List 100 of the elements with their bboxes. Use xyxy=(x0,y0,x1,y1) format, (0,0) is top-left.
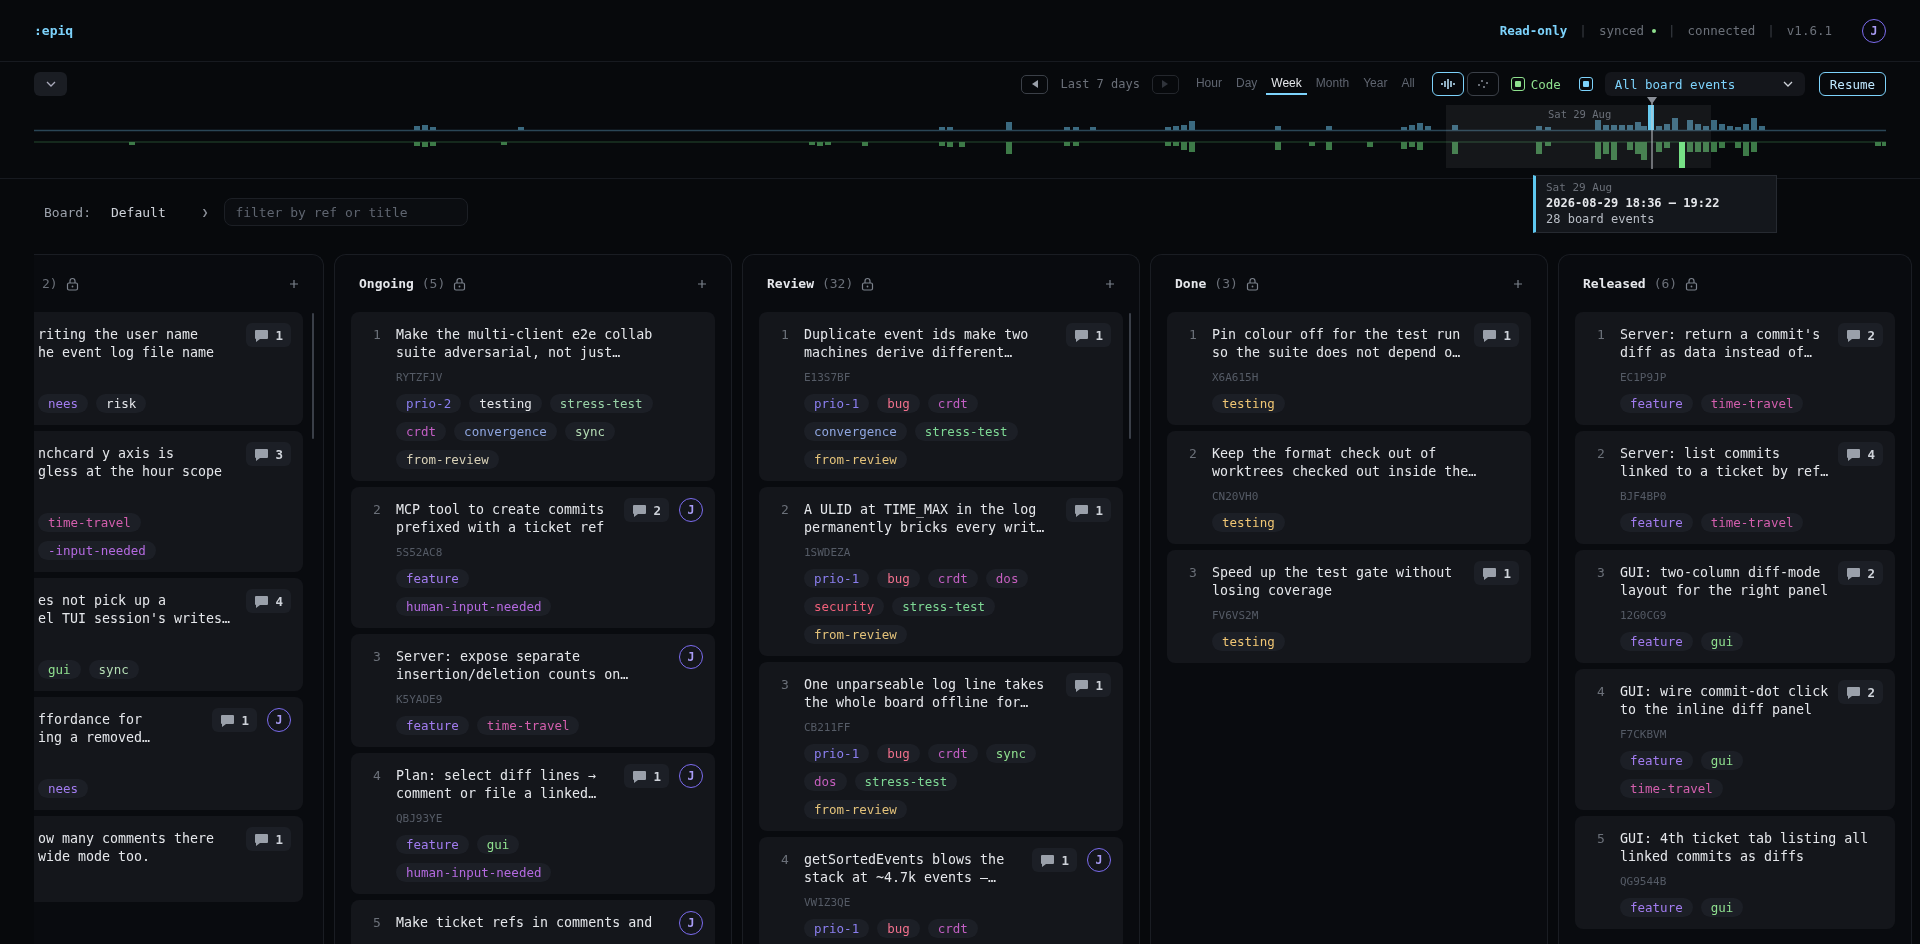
scale-tab[interactable]: Week xyxy=(1266,73,1307,95)
ticket-title: Make ticket refs in comments and xyxy=(396,914,653,932)
waveform-view-button[interactable] xyxy=(1431,72,1464,96)
ticket-number: 1 xyxy=(1189,326,1198,344)
tag: feature xyxy=(1620,632,1693,651)
scale-tab[interactable]: All xyxy=(1396,73,1420,95)
tag: prio-1 xyxy=(804,569,870,588)
histogram-bar xyxy=(1735,142,1741,148)
ticket-card[interactable]: 3 GUI: two-column diff-mode layout for the right panel 12G0CG9 feature gui 2 xyxy=(1575,550,1895,663)
comment-count-badge[interactable]: 1 xyxy=(246,323,291,347)
tag: feature xyxy=(396,716,469,735)
histogram-bar xyxy=(1536,126,1542,130)
ticket-number: 2 xyxy=(1189,445,1198,463)
tag: sync xyxy=(564,422,615,441)
scrollbar[interactable] xyxy=(312,313,314,439)
ticket-card[interactable]: 1 Duplicate event ids make two machines derive different… E13S7BF prio-1 bug crdt convergence stress-test from-review 1 xyxy=(759,312,1123,481)
ticket-card[interactable]: 4 GUI: wire commit-dot click to the inline diff panel F7CKBVM feature gui time-travel 2 xyxy=(1575,669,1895,810)
ticket-card[interactable]: 3 Server: expose separate insertion/deletion counts on… K5YADE9 feature time-travel J xyxy=(351,634,715,747)
ticket-card[interactable]: 2 Keep the format check out of worktrees checked out inside the… CN20VH0 testing xyxy=(1167,431,1531,544)
ticket-card[interactable]: 2 MCP tool to create commits prefixed with a ticket ref 5S52AC8 feature human-input-needed 2 J xyxy=(351,487,715,628)
scrollbar[interactable] xyxy=(1129,313,1131,439)
filter-field[interactable]: filter by ref or title xyxy=(224,198,469,226)
ticket-card[interactable]: 3 One unparseable log line takes the whole board offline for… CB211FF prio-1 bug crdt sync dos stress-test from-review 1 xyxy=(759,662,1123,831)
comment-count-badge[interactable]: 1 xyxy=(1032,848,1077,872)
ticket-card[interactable]: 4 Plan: select diff lines → comment or file a linked… QBJ93YE feature gui human-input-needed 1 J xyxy=(351,753,715,894)
previous-button[interactable] xyxy=(1021,74,1049,94)
ticket-ref: CB211FF xyxy=(804,720,851,736)
events-dropdown[interactable]: All board events xyxy=(1604,72,1805,96)
collapse-button[interactable] xyxy=(34,72,67,96)
chevron-down-icon xyxy=(45,81,56,87)
tag: dos xyxy=(985,569,1029,588)
tooltip-time-range: 2026-08-29 18:36 – 19:22 xyxy=(1546,196,1721,210)
add-card-icon[interactable] xyxy=(697,278,707,289)
histogram-bar xyxy=(1006,122,1012,130)
comment-count-badge[interactable]: 2 xyxy=(1838,561,1883,585)
tag: dos xyxy=(804,772,847,791)
lock-icon[interactable] xyxy=(1685,276,1699,291)
histogram-bar xyxy=(1181,142,1187,150)
lock-icon[interactable] xyxy=(861,276,875,291)
histogram-bar xyxy=(817,142,823,146)
comment-count-badge[interactable]: 1 xyxy=(212,708,257,732)
tag: gui xyxy=(1700,898,1744,917)
comment-count-badge[interactable]: 3 xyxy=(246,442,291,466)
ticket-card[interactable]: es not pick up a el TUI session's writes… gui sync 4 xyxy=(34,578,303,691)
tag: convergence xyxy=(454,422,557,441)
ticket-title: nchcard y axis is gless at the hour scope xyxy=(38,445,223,481)
ticket-card[interactable]: 2 Server: list commits linked to a ticket by ref… BJF4BP0 feature time-travel 4 xyxy=(1575,431,1895,544)
tag: testing xyxy=(1212,632,1285,651)
comment-count-badge[interactable]: 1 xyxy=(1474,561,1519,585)
ticket-card[interactable]: 5 GUI: 4th ticket tab listing all linked commits as diffs QG9544B feature gui xyxy=(1575,816,1895,929)
ticket-card[interactable]: ffordance for ing a removed… nees 1 J xyxy=(34,697,303,810)
app-logo: :epiq xyxy=(34,23,74,38)
ticket-card[interactable]: ow many comments there wide mode too. 1 xyxy=(34,816,303,902)
add-card-icon[interactable] xyxy=(1513,278,1523,289)
ticket-number: 1 xyxy=(1597,326,1606,344)
comment-count-badge[interactable]: 1 xyxy=(1474,323,1519,347)
code-checkbox[interactable] xyxy=(1510,77,1525,91)
histogram-bar xyxy=(939,127,945,130)
scale-tab[interactable]: Month xyxy=(1310,73,1355,95)
lock-icon[interactable] xyxy=(65,276,79,291)
comment-count-badge[interactable]: 2 xyxy=(624,498,669,522)
comment-count-badge[interactable]: 2 xyxy=(1838,323,1883,347)
ticket-title: Plan: select diff lines → comment or file a linked… xyxy=(396,767,597,803)
selection-window[interactable] xyxy=(1446,105,1711,168)
comment-count-badge[interactable]: 1 xyxy=(246,827,291,851)
board-name[interactable]: Default xyxy=(110,204,166,220)
ticket-ref: RYTZFJV xyxy=(396,370,443,386)
tag: risk xyxy=(96,394,147,413)
comment-count-badge[interactable]: 4 xyxy=(246,589,291,613)
histogram-bar xyxy=(1409,142,1415,147)
ticket-card[interactable]: 2 A ULID at TIME_MAX in the log permanently bricks every writ… 1SWDEZA prio-1 bug crdt dos security stress-test from-review 1 xyxy=(759,487,1123,656)
tag: crdt xyxy=(927,744,978,763)
ticket-card[interactable]: riting the user name he event log file name nees risk 1 xyxy=(34,312,303,425)
comment-count-badge[interactable]: 1 xyxy=(1066,323,1111,347)
resume-button[interactable]: Resume xyxy=(1818,72,1886,96)
lock-icon[interactable] xyxy=(453,276,467,291)
time-marker[interactable] xyxy=(1646,97,1658,169)
ticket-card[interactable]: nchcard y axis is gless at the hour scope time-travel -input-needed 3 xyxy=(34,431,303,572)
ticket-number: 4 xyxy=(373,767,382,785)
ticket-card[interactable]: 4 getSortedEvents blows the stack at ~4.7k events —… VW1Z3QE prio-1 bug crdt 1 J xyxy=(759,837,1123,944)
lock-icon[interactable] xyxy=(1245,276,1259,291)
ticket-number: 3 xyxy=(781,676,790,694)
ticket-card[interactable]: 1 Pin colour off for the test run so the suite does not depend o… X6A615H testing 1 xyxy=(1167,312,1531,425)
ticket-card[interactable]: 5 Make ticket refs in comments and J xyxy=(351,900,715,944)
comment-count-badge[interactable]: 1 xyxy=(1066,673,1111,697)
comment-count-badge[interactable]: 2 xyxy=(1838,680,1883,704)
events-checkbox[interactable] xyxy=(1578,77,1593,91)
add-card-icon[interactable] xyxy=(289,278,299,289)
comment-count-badge[interactable]: 4 xyxy=(1838,442,1883,466)
add-card-icon[interactable] xyxy=(1105,278,1115,289)
ticket-ref: 1SWDEZA xyxy=(804,545,851,561)
comment-count-badge[interactable]: 1 xyxy=(624,764,669,788)
ticket-number: 2 xyxy=(373,501,382,519)
ticket-card[interactable]: 3 Speed up the test gate without losing coverage FV6VS2M testing 1 xyxy=(1167,550,1531,663)
ticket-ref: CN20VH0 xyxy=(1212,489,1259,505)
ticket-card[interactable]: 1 Server: return a commit's diff as data instead of… EC1P9JP feature time-travel 2 xyxy=(1575,312,1895,425)
ticket-title: Server: list commits linked to a ticket by ref… xyxy=(1620,445,1829,481)
histogram-bar xyxy=(1165,142,1171,146)
ticket-card[interactable]: 1 Make the multi-client e2e collab suite adversarial, not just… RYTZFJV prio-2 testing stress-test crdt convergence sync from-review xyxy=(351,312,715,481)
comment-count-badge[interactable]: 1 xyxy=(1066,498,1111,522)
